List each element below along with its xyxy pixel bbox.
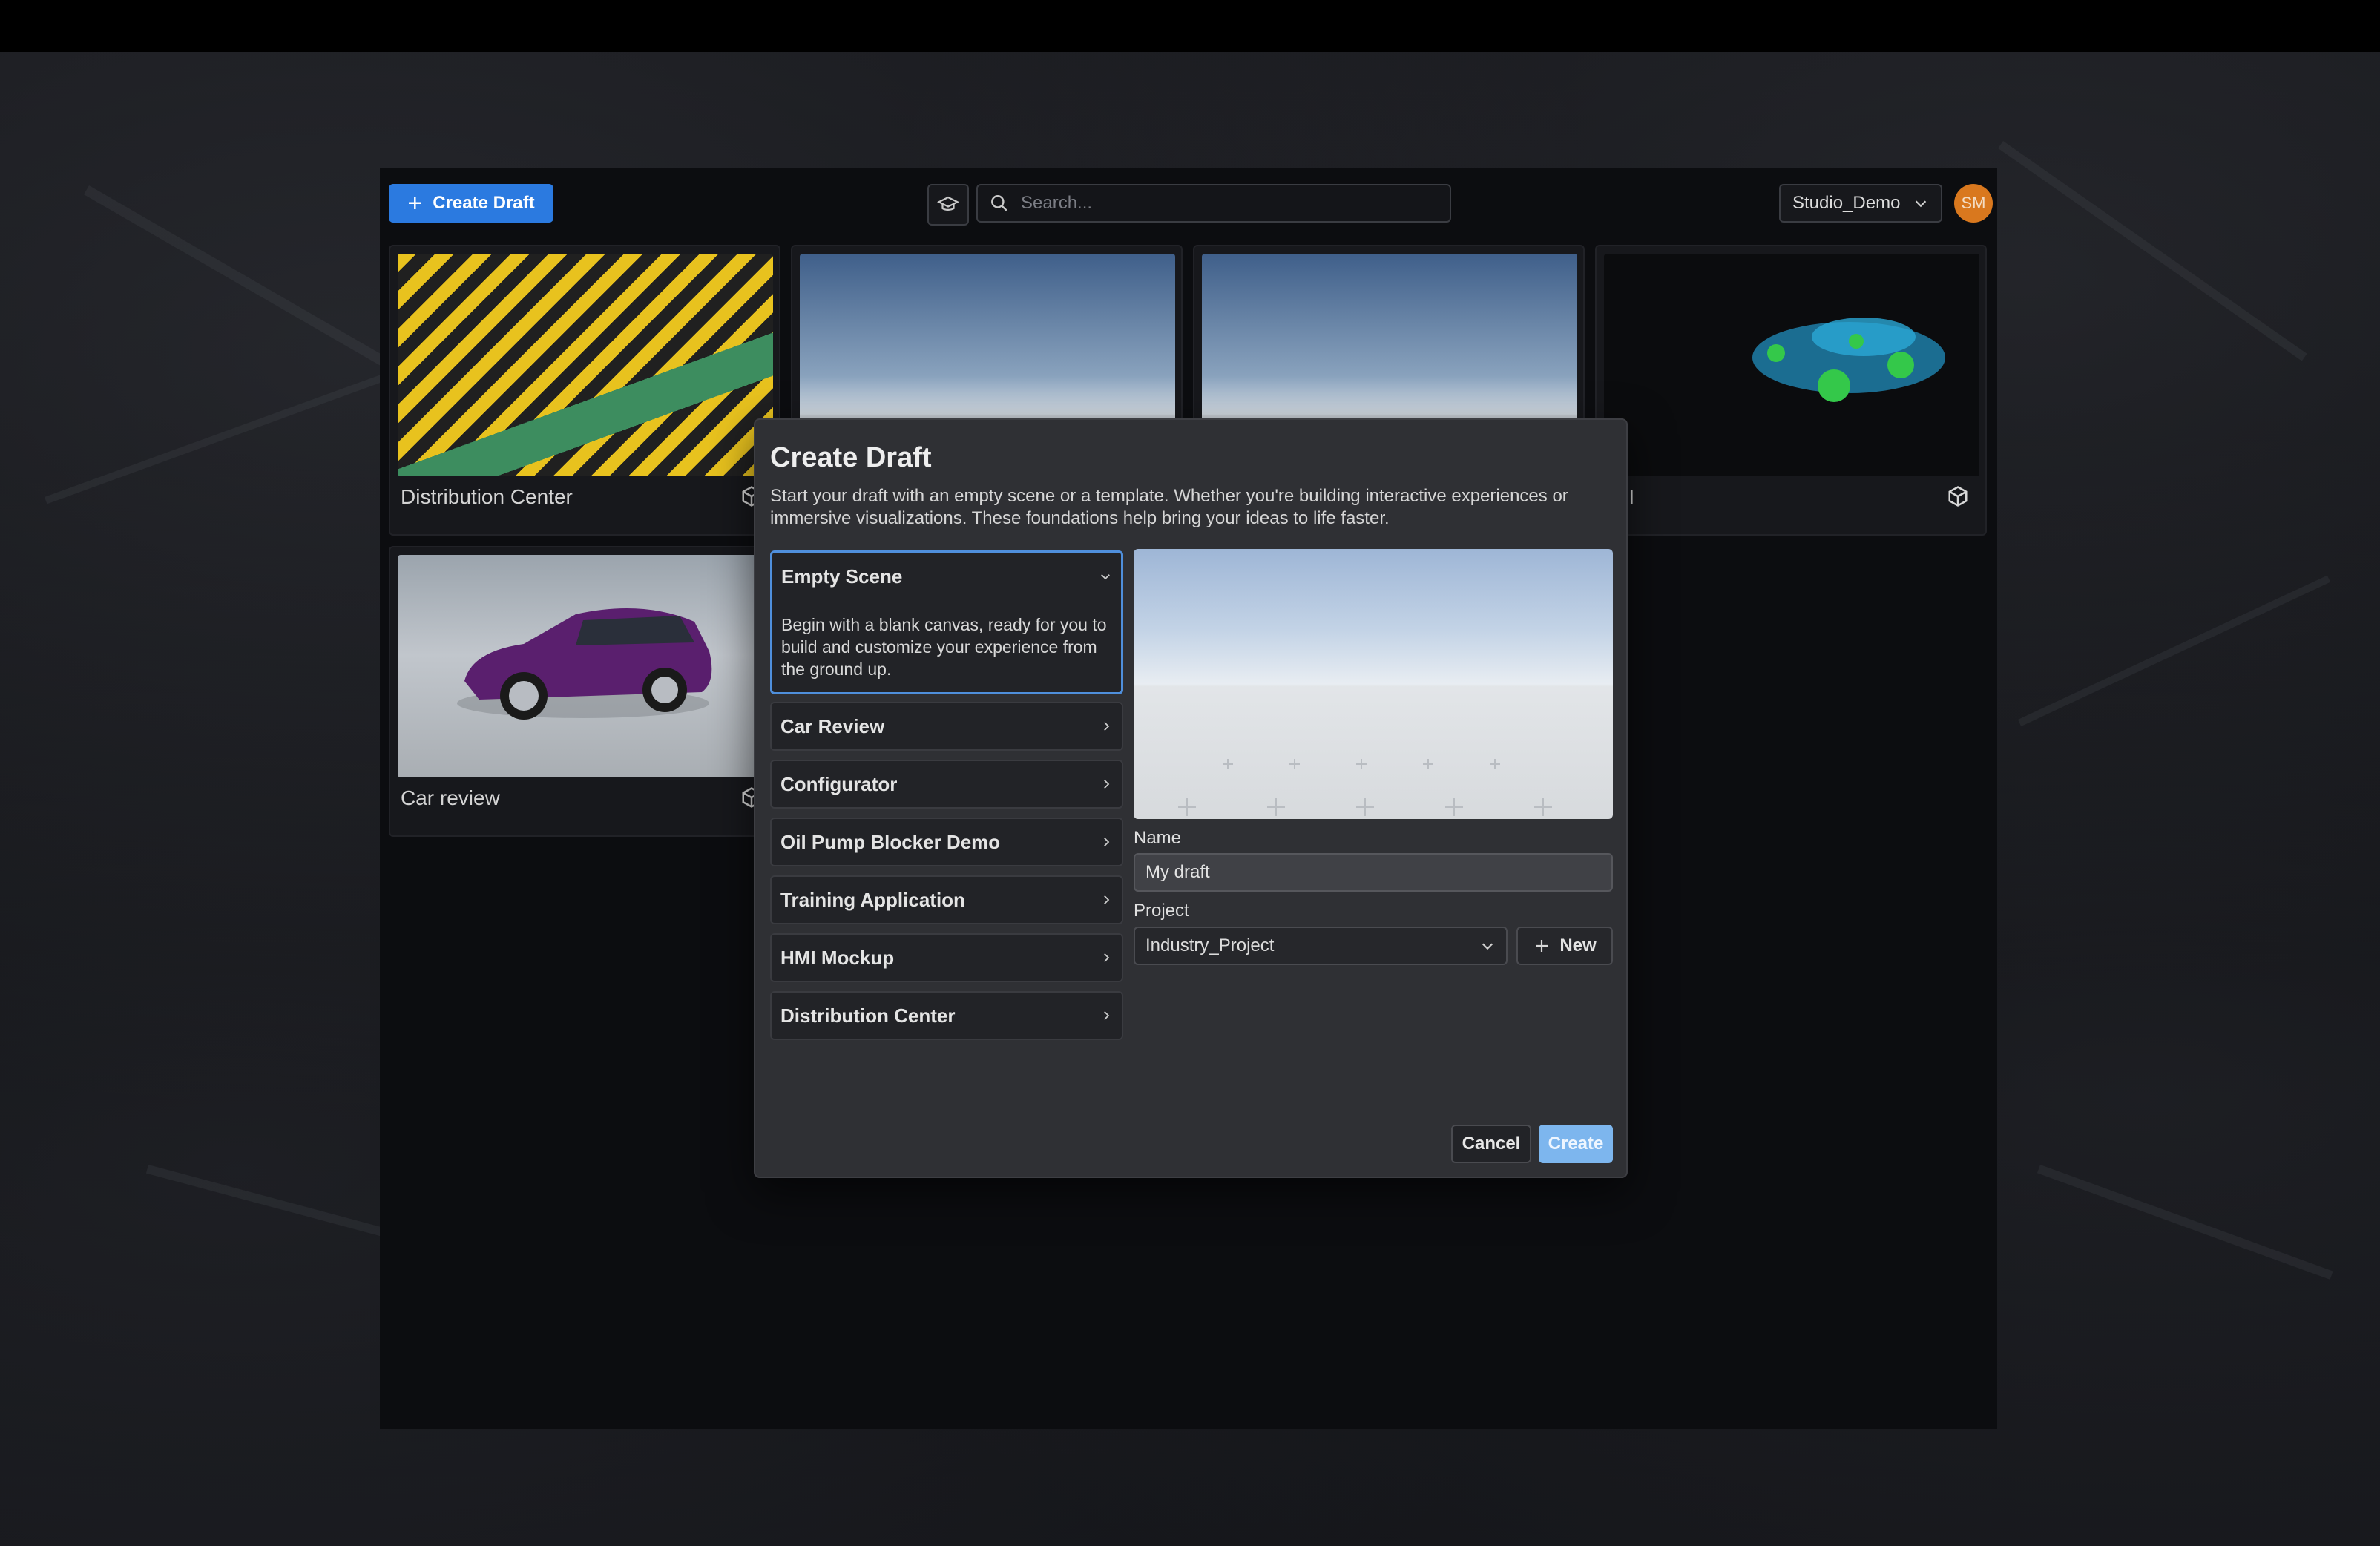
draft-card[interactable]: MI bbox=[1595, 245, 1987, 536]
chevron-right-icon bbox=[1104, 722, 1110, 731]
graduation-cap-icon bbox=[937, 196, 959, 211]
chevron-down-icon bbox=[1915, 200, 1927, 208]
template-label: Oil Pump Blocker Demo bbox=[780, 830, 1001, 853]
new-project-button[interactable]: New bbox=[1516, 927, 1613, 965]
template-item-training-application[interactable]: Training Application bbox=[770, 875, 1123, 924]
create-draft-button[interactable]: + Create Draft bbox=[389, 184, 553, 223]
learn-button[interactable] bbox=[927, 184, 969, 226]
search-icon bbox=[991, 195, 1007, 211]
draft-title: Distribution Center bbox=[401, 485, 573, 508]
template-preview bbox=[1134, 549, 1613, 819]
dialog-title: Create Draft bbox=[770, 442, 932, 473]
avatar[interactable]: SM bbox=[1954, 184, 1993, 223]
template-item-configurator[interactable]: Configurator bbox=[770, 760, 1123, 809]
template-item-empty-scene[interactable]: Empty Scene Begin with a blank canvas, r… bbox=[770, 550, 1123, 694]
unity-icon bbox=[1947, 485, 1969, 511]
chevron-right-icon bbox=[1104, 780, 1110, 789]
new-project-label: New bbox=[1559, 935, 1597, 955]
cancel-label: Cancel bbox=[1462, 1134, 1521, 1154]
template-label: Empty Scene bbox=[781, 565, 903, 588]
cancel-button[interactable]: Cancel bbox=[1451, 1125, 1531, 1163]
name-label: Name bbox=[1134, 828, 1182, 848]
draft-card[interactable]: Car review bbox=[389, 546, 780, 837]
create-button[interactable]: Create bbox=[1539, 1125, 1613, 1163]
project-select[interactable]: Industry_Project bbox=[1134, 927, 1508, 965]
search-input[interactable] bbox=[1019, 192, 1423, 214]
create-label: Create bbox=[1548, 1134, 1604, 1154]
template-item-car-review[interactable]: Car Review bbox=[770, 702, 1123, 751]
chevron-right-icon bbox=[1104, 895, 1110, 904]
search-bar[interactable] bbox=[976, 184, 1451, 223]
organization-label: Studio_Demo bbox=[1792, 193, 1901, 213]
template-description: Begin with a blank canvas, ready for you… bbox=[781, 615, 1107, 679]
draft-card[interactable]: Distribution Center bbox=[389, 245, 780, 536]
template-label: HMI Mockup bbox=[780, 946, 895, 969]
chevron-down-icon bbox=[1482, 943, 1493, 950]
chevron-down-icon bbox=[1101, 574, 1110, 580]
create-draft-dialog: Create Draft Start your draft with an em… bbox=[754, 418, 1628, 1178]
dialog-description: Start your draft with an empty scene or … bbox=[770, 486, 1568, 528]
template-item-hmi-mockup[interactable]: HMI Mockup bbox=[770, 933, 1123, 982]
draft-thumbnail bbox=[398, 555, 773, 777]
organization-select[interactable]: Studio_Demo bbox=[1779, 184, 1942, 223]
chevron-right-icon bbox=[1104, 838, 1110, 846]
template-item-distribution-center[interactable]: Distribution Center bbox=[770, 991, 1123, 1040]
top-black-bar bbox=[0, 0, 2380, 52]
chevron-right-icon bbox=[1104, 1011, 1110, 1020]
draft-name-input[interactable] bbox=[1134, 853, 1613, 892]
project-value: Industry_Project bbox=[1145, 935, 1275, 955]
draft-thumbnail bbox=[398, 254, 773, 476]
template-label: Training Application bbox=[780, 888, 965, 911]
create-draft-label: Create Draft bbox=[433, 193, 535, 213]
toolbar: + Create Draft Studio_Demo SM bbox=[380, 168, 1997, 236]
plus-icon: + bbox=[407, 189, 423, 217]
avatar-initials: SM bbox=[1961, 194, 1986, 212]
template-label: Distribution Center bbox=[780, 1004, 956, 1027]
chevron-right-icon bbox=[1104, 953, 1110, 962]
draft-thumbnail bbox=[1604, 254, 1979, 476]
template-label: Car Review bbox=[780, 714, 885, 737]
template-label: Configurator bbox=[780, 772, 898, 795]
draft-title: Car review bbox=[401, 786, 500, 809]
plus-icon bbox=[1536, 940, 1548, 952]
project-label: Project bbox=[1134, 901, 1189, 921]
template-item-oil-pump-blocker-demo[interactable]: Oil Pump Blocker Demo bbox=[770, 818, 1123, 866]
